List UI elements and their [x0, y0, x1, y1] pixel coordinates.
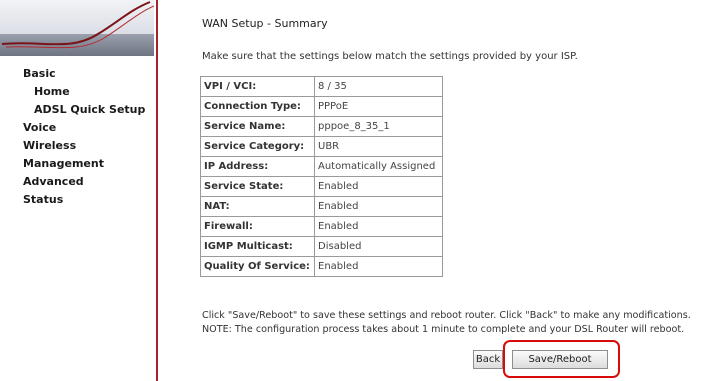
row-label: NAT: [200, 196, 315, 217]
note-text: NOTE: The configuration process takes ab… [202, 324, 685, 335]
table-row: Service Name: pppoe_8_35_1 [200, 116, 443, 137]
row-value: Enabled [314, 256, 443, 277]
row-value: UBR [314, 136, 443, 157]
summary-table: VPI / VCI: 8 / 35 Connection Type: PPPoE S… [200, 76, 443, 277]
table-row: NAT: Enabled [200, 196, 443, 217]
row-value: 8 / 35 [314, 76, 443, 97]
highlight-annotation [503, 340, 620, 378]
table-row: VPI / VCI: 8 / 35 [200, 76, 443, 97]
row-label: Connection Type: [200, 96, 315, 117]
nav-management[interactable]: Management [23, 157, 104, 171]
row-value: PPPoE [314, 96, 443, 117]
table-row: Service State: Enabled [200, 176, 443, 197]
nav-adsl-quick-setup[interactable]: ADSL Quick Setup [34, 103, 145, 117]
row-value: Automatically Assigned [314, 156, 443, 177]
instruction-text: Click "Save/Reboot" to save these settin… [202, 310, 691, 321]
table-row: Connection Type: PPPoE [200, 96, 443, 117]
row-label: IP Address: [200, 156, 315, 177]
brand-logo [0, 0, 154, 56]
row-label: IGMP Multicast: [200, 236, 315, 257]
nav-voice[interactable]: Voice [23, 121, 56, 135]
row-label: Service Category: [200, 136, 315, 157]
page-title: WAN Setup - Summary [202, 17, 328, 30]
table-row: Quality Of Service: Enabled [200, 256, 443, 277]
nav-wireless[interactable]: Wireless [23, 139, 76, 153]
row-label: Service Name: [200, 116, 315, 137]
row-label: Service State: [200, 176, 315, 197]
row-value: pppoe_8_35_1 [314, 116, 443, 137]
intro-text: Make sure that the settings below match … [202, 51, 578, 62]
row-label: Firewall: [200, 216, 315, 237]
row-value: Enabled [314, 196, 443, 217]
nav-status[interactable]: Status [23, 193, 63, 207]
table-row: IP Address: Automatically Assigned [200, 156, 443, 177]
sidebar: Basic Home ADSL Quick Setup Voice Wirele… [0, 0, 158, 381]
nav-advanced[interactable]: Advanced [23, 175, 84, 189]
nav-home[interactable]: Home [34, 85, 70, 99]
row-value: Enabled [314, 216, 443, 237]
table-row: IGMP Multicast: Disabled [200, 236, 443, 257]
row-value: Disabled [314, 236, 443, 257]
nav-basic[interactable]: Basic [23, 67, 56, 81]
row-label: Quality Of Service: [200, 256, 315, 277]
table-row: Service Category: UBR [200, 136, 443, 157]
row-value: Enabled [314, 176, 443, 197]
back-button[interactable]: Back [473, 350, 503, 369]
row-label: VPI / VCI: [200, 76, 315, 97]
table-row: Firewall: Enabled [200, 216, 443, 237]
